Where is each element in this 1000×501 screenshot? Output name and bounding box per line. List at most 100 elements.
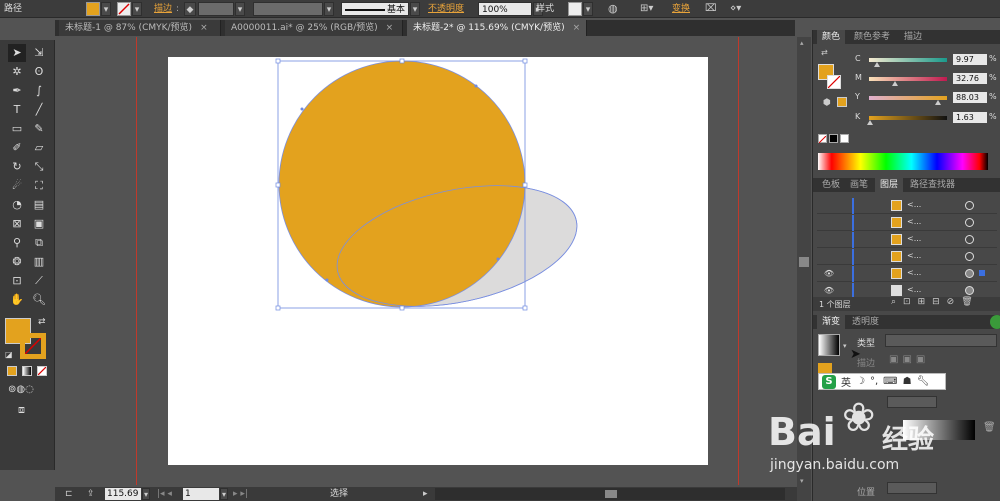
color-spectrum[interactable] — [818, 153, 988, 170]
first-artboard-icon[interactable]: |◂ ◂ — [157, 488, 172, 500]
layer-name[interactable]: <... — [907, 200, 921, 209]
artboard-field[interactable]: 1 — [183, 488, 219, 500]
punctuation-icon[interactable]: °, — [870, 376, 878, 387]
layer-actions-icons[interactable]: ⌕⊡⊞⊟⊘🗑︎ — [891, 297, 980, 307]
tab-layers[interactable]: 图层 — [875, 178, 904, 192]
half-width-icon[interactable]: ☽ — [856, 376, 865, 387]
fill-dropdown-icon[interactable]: ▾ — [101, 2, 111, 16]
tab-stroke[interactable]: 描边 — [899, 30, 927, 44]
orange-circle[interactable] — [278, 60, 526, 308]
gradient-tool-icon[interactable]: ▣ — [30, 215, 48, 233]
gamut-swatch[interactable] — [837, 97, 847, 107]
brush-definition[interactable]: 基本 — [341, 2, 409, 16]
line-tool-icon[interactable]: ╱ — [30, 101, 48, 119]
close-icon[interactable]: × — [386, 23, 394, 33]
stroke-color-box[interactable] — [20, 333, 46, 359]
warp-tool-icon[interactable]: ☄ — [8, 177, 26, 195]
pencil-tool-icon[interactable]: ✐ — [8, 139, 26, 157]
slider-track[interactable] — [869, 58, 947, 62]
stroke-weight-stepper[interactable]: ◆ — [184, 2, 196, 16]
default-fill-stroke-icon[interactable]: ⇄ — [821, 48, 828, 57]
tab-a0000011[interactable]: A0000011.ai* @ 25% (RGB/预览) × — [225, 20, 403, 36]
channel-value-field[interactable]: 88.03 — [953, 92, 987, 103]
more-options-icon[interactable]: ⋄▾ — [730, 2, 741, 16]
eye-icon[interactable]: 👁︎ — [823, 268, 835, 280]
yellow-slider[interactable]: Y 88.03 % — [855, 92, 1000, 105]
layer-name[interactable]: <... — [907, 285, 921, 294]
target-icon[interactable] — [965, 218, 974, 227]
zoom-tool-icon[interactable]: 🔍︎ — [30, 291, 48, 309]
rotate-tool-icon[interactable]: ↻ — [8, 158, 26, 176]
brush-dropdown-icon[interactable]: ▾ — [410, 2, 420, 16]
zoom-dropdown-icon[interactable]: ▾ — [142, 488, 150, 500]
selection-indicator[interactable] — [979, 270, 985, 276]
black-swatch[interactable] — [829, 134, 838, 143]
gradient-thumbnail[interactable] — [818, 334, 840, 356]
scroll-thumb[interactable] — [605, 490, 617, 498]
slider-track[interactable] — [869, 77, 947, 81]
target-icon[interactable] — [965, 201, 974, 210]
gradient-swatch[interactable] — [818, 363, 832, 373]
target-icon[interactable] — [965, 235, 974, 244]
ime-language-toggle[interactable]: 英 — [841, 374, 851, 389]
stroke-gradient-icons[interactable]: ▣▣▣ — [889, 354, 929, 365]
tab-color-guide[interactable]: 颜色参考 — [849, 30, 895, 44]
artboard-tool-icon[interactable]: ⊡ — [8, 272, 26, 290]
stroke-weight-dropdown-icon[interactable]: ▾ — [235, 2, 245, 16]
slice-tool-icon[interactable]: ⟋ — [30, 272, 48, 290]
slider-thumb[interactable] — [934, 100, 941, 105]
target-icon[interactable] — [965, 286, 974, 295]
white-swatch[interactable] — [840, 134, 849, 143]
gradient-mode-icon[interactable] — [22, 366, 32, 376]
layer-name[interactable]: <... — [907, 234, 921, 243]
layer-row[interactable]: <... — [817, 232, 997, 248]
variable-width-dropdown-icon[interactable]: ▾ — [324, 2, 334, 16]
tab-color[interactable]: 颜色 — [817, 30, 846, 44]
layer-row[interactable]: <... — [817, 198, 997, 214]
style-dropdown-icon[interactable]: ▾ — [583, 2, 593, 16]
canvas-area[interactable] — [55, 37, 797, 485]
draw-mode-icon[interactable]: ⊚◍◌ — [8, 384, 34, 395]
stroke-label[interactable]: 描边 — [154, 2, 172, 16]
variable-width-profile[interactable] — [253, 2, 323, 16]
recolor-icon[interactable]: ◍ — [608, 2, 618, 16]
curvature-tool-icon[interactable]: ∫ — [30, 82, 48, 100]
share-icon[interactable]: ⇪ — [87, 488, 95, 500]
tab-untitled-2[interactable]: 未标题-2* @ 115.69% (CMYK/预览) × — [407, 20, 587, 36]
lasso-tool-icon[interactable]: ʘ — [30, 63, 48, 81]
keyboard-icon[interactable]: ⌨ — [883, 376, 897, 387]
stroke-weight-field[interactable] — [198, 2, 234, 16]
ime-toolbar[interactable]: S 英 ☽ °, ⌨ ☗ 🔧︎ — [818, 373, 946, 390]
layer-row[interactable]: <... — [817, 215, 997, 231]
fit-icon[interactable]: ⊏ — [65, 488, 73, 500]
layer-name[interactable]: <... — [907, 268, 921, 277]
tab-pathfinder[interactable]: 路径查找器 — [905, 178, 960, 192]
out-of-gamut-icon[interactable]: ⬢ — [823, 98, 831, 108]
swap-colors-icon[interactable]: ⇄ — [38, 317, 46, 327]
shape-builder-tool-icon[interactable]: ◔ — [8, 196, 26, 214]
horizontal-scrollbar[interactable] — [435, 488, 785, 500]
black-slider[interactable]: K 1.63 % — [855, 112, 1000, 125]
panel-stroke-box[interactable] — [827, 75, 841, 89]
target-icon[interactable] — [965, 252, 974, 261]
gradient-type-select[interactable] — [885, 334, 997, 347]
close-icon[interactable]: × — [573, 23, 581, 33]
fill-swatch[interactable] — [86, 2, 100, 16]
type-tool-icon[interactable]: T — [8, 101, 26, 119]
next-artboard-icon[interactable]: ▸ ▸| — [233, 488, 248, 500]
layer-row[interactable]: 👁︎ <... — [817, 266, 997, 282]
slider-track[interactable] — [869, 116, 947, 120]
layer-name[interactable]: <... — [907, 217, 921, 226]
mesh-tool-icon[interactable]: ⊠ — [8, 215, 26, 233]
transform-link[interactable]: 变换 — [672, 2, 690, 16]
column-graph-tool-icon[interactable]: ▥ — [30, 253, 48, 271]
stroke-dropdown-icon[interactable]: ▾ — [132, 2, 142, 16]
add-icon[interactable] — [990, 315, 1000, 329]
scroll-thumb[interactable] — [799, 257, 809, 267]
blend-tool-icon[interactable]: ⧉ — [30, 234, 48, 252]
direct-selection-tool-icon[interactable]: ⇲ — [30, 44, 48, 62]
slider-thumb[interactable] — [873, 62, 880, 67]
tab-brushes[interactable]: 画笔 — [845, 178, 873, 192]
align-icon[interactable]: ⊞▾ — [640, 2, 653, 16]
opacity-label[interactable]: 不透明度 — [428, 2, 464, 16]
